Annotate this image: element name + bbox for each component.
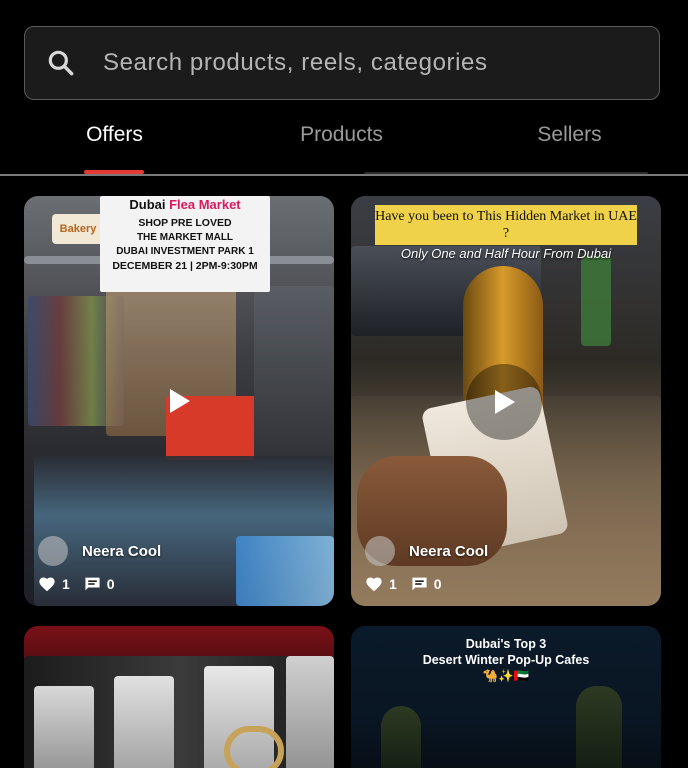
palm-tree — [381, 706, 421, 768]
poster-line: THE MARKET MALL — [136, 232, 234, 243]
video-banner: Have you been to This Hidden Market in U… — [375, 205, 637, 245]
person — [581, 256, 611, 346]
video-title: Dubai's Top 3 Desert Winter Pop-Up Cafes… — [351, 636, 661, 684]
reel-stats: 1 0 — [38, 576, 129, 592]
author[interactable]: Neera Cool — [365, 536, 488, 566]
gold-hoops — [224, 726, 284, 768]
sneakers — [236, 536, 334, 606]
reel-card[interactable]: Bakery Dubai Flea Market SHOP PRE LOVED … — [24, 196, 334, 606]
tab-scroll-indicator — [364, 172, 648, 174]
author-name: Neera Cool — [82, 542, 162, 560]
avatar — [38, 536, 68, 566]
store-wall — [254, 286, 334, 466]
like-button[interactable]: 1 — [365, 576, 397, 592]
author-name: Neera Cool — [409, 542, 489, 560]
avatar — [365, 536, 395, 566]
play-button[interactable] — [466, 364, 542, 440]
poster-line: DECEMBER 21 | 2PM-9:30PM — [112, 260, 258, 272]
heart-icon — [39, 577, 55, 592]
poster-line: DUBAI INVESTMENT PARK 1 — [116, 246, 254, 257]
tab-products[interactable]: Products — [227, 100, 456, 174]
author[interactable]: Neera Cool — [38, 536, 161, 566]
reel-card[interactable]: Have you been to This Hidden Market in U… — [351, 196, 661, 606]
search-bar[interactable] — [24, 26, 660, 100]
heart-icon — [366, 577, 382, 592]
tab-bar: Offers Products Sellers — [0, 100, 688, 176]
bakery-sign: Bakery — [52, 214, 104, 244]
reel-card[interactable] — [24, 626, 334, 768]
like-count: 1 — [389, 576, 397, 592]
video-subtitle: Only One and Half Hour From Dubai — [400, 246, 612, 261]
play-icon — [170, 389, 190, 413]
title-line: Desert Winter Pop-Up Cafes — [422, 653, 590, 667]
earring-pack — [34, 686, 94, 768]
like-count: 1 — [62, 576, 70, 592]
event-poster: Dubai Flea Market SHOP PRE LOVED THE MAR… — [100, 196, 270, 292]
reel-stats: 1 0 — [365, 576, 456, 592]
search-icon — [48, 50, 74, 76]
comment-icon — [412, 577, 427, 591]
tabs-divider — [0, 174, 688, 176]
earring-pack — [114, 676, 174, 768]
poster-title: Dubai — [129, 197, 170, 212]
tab-offers[interactable]: Offers — [0, 100, 229, 174]
like-button[interactable]: 1 — [38, 576, 70, 592]
search-input[interactable] — [103, 49, 659, 77]
poster-line: SHOP PRE LOVED — [138, 217, 232, 229]
comment-count: 0 — [433, 576, 442, 592]
poster-title-highlight: Flea Market — [169, 197, 241, 212]
play-button[interactable] — [141, 363, 217, 439]
tab-sellers[interactable]: Sellers — [455, 100, 684, 174]
palm-tree — [576, 686, 622, 768]
comment-button[interactable]: 0 — [411, 576, 442, 592]
comment-count: 0 — [106, 576, 115, 592]
comment-icon — [85, 577, 100, 591]
title-line: Dubai's Top 3 — [465, 637, 547, 651]
emoji-line: 🐪✨🇦🇪 — [482, 669, 530, 683]
play-icon — [495, 390, 515, 414]
comment-button[interactable]: 0 — [84, 576, 115, 592]
earring-pack — [286, 656, 334, 768]
active-tab-indicator — [84, 170, 144, 174]
reel-card[interactable]: Dubai's Top 3 Desert Winter Pop-Up Cafes… — [351, 626, 661, 768]
